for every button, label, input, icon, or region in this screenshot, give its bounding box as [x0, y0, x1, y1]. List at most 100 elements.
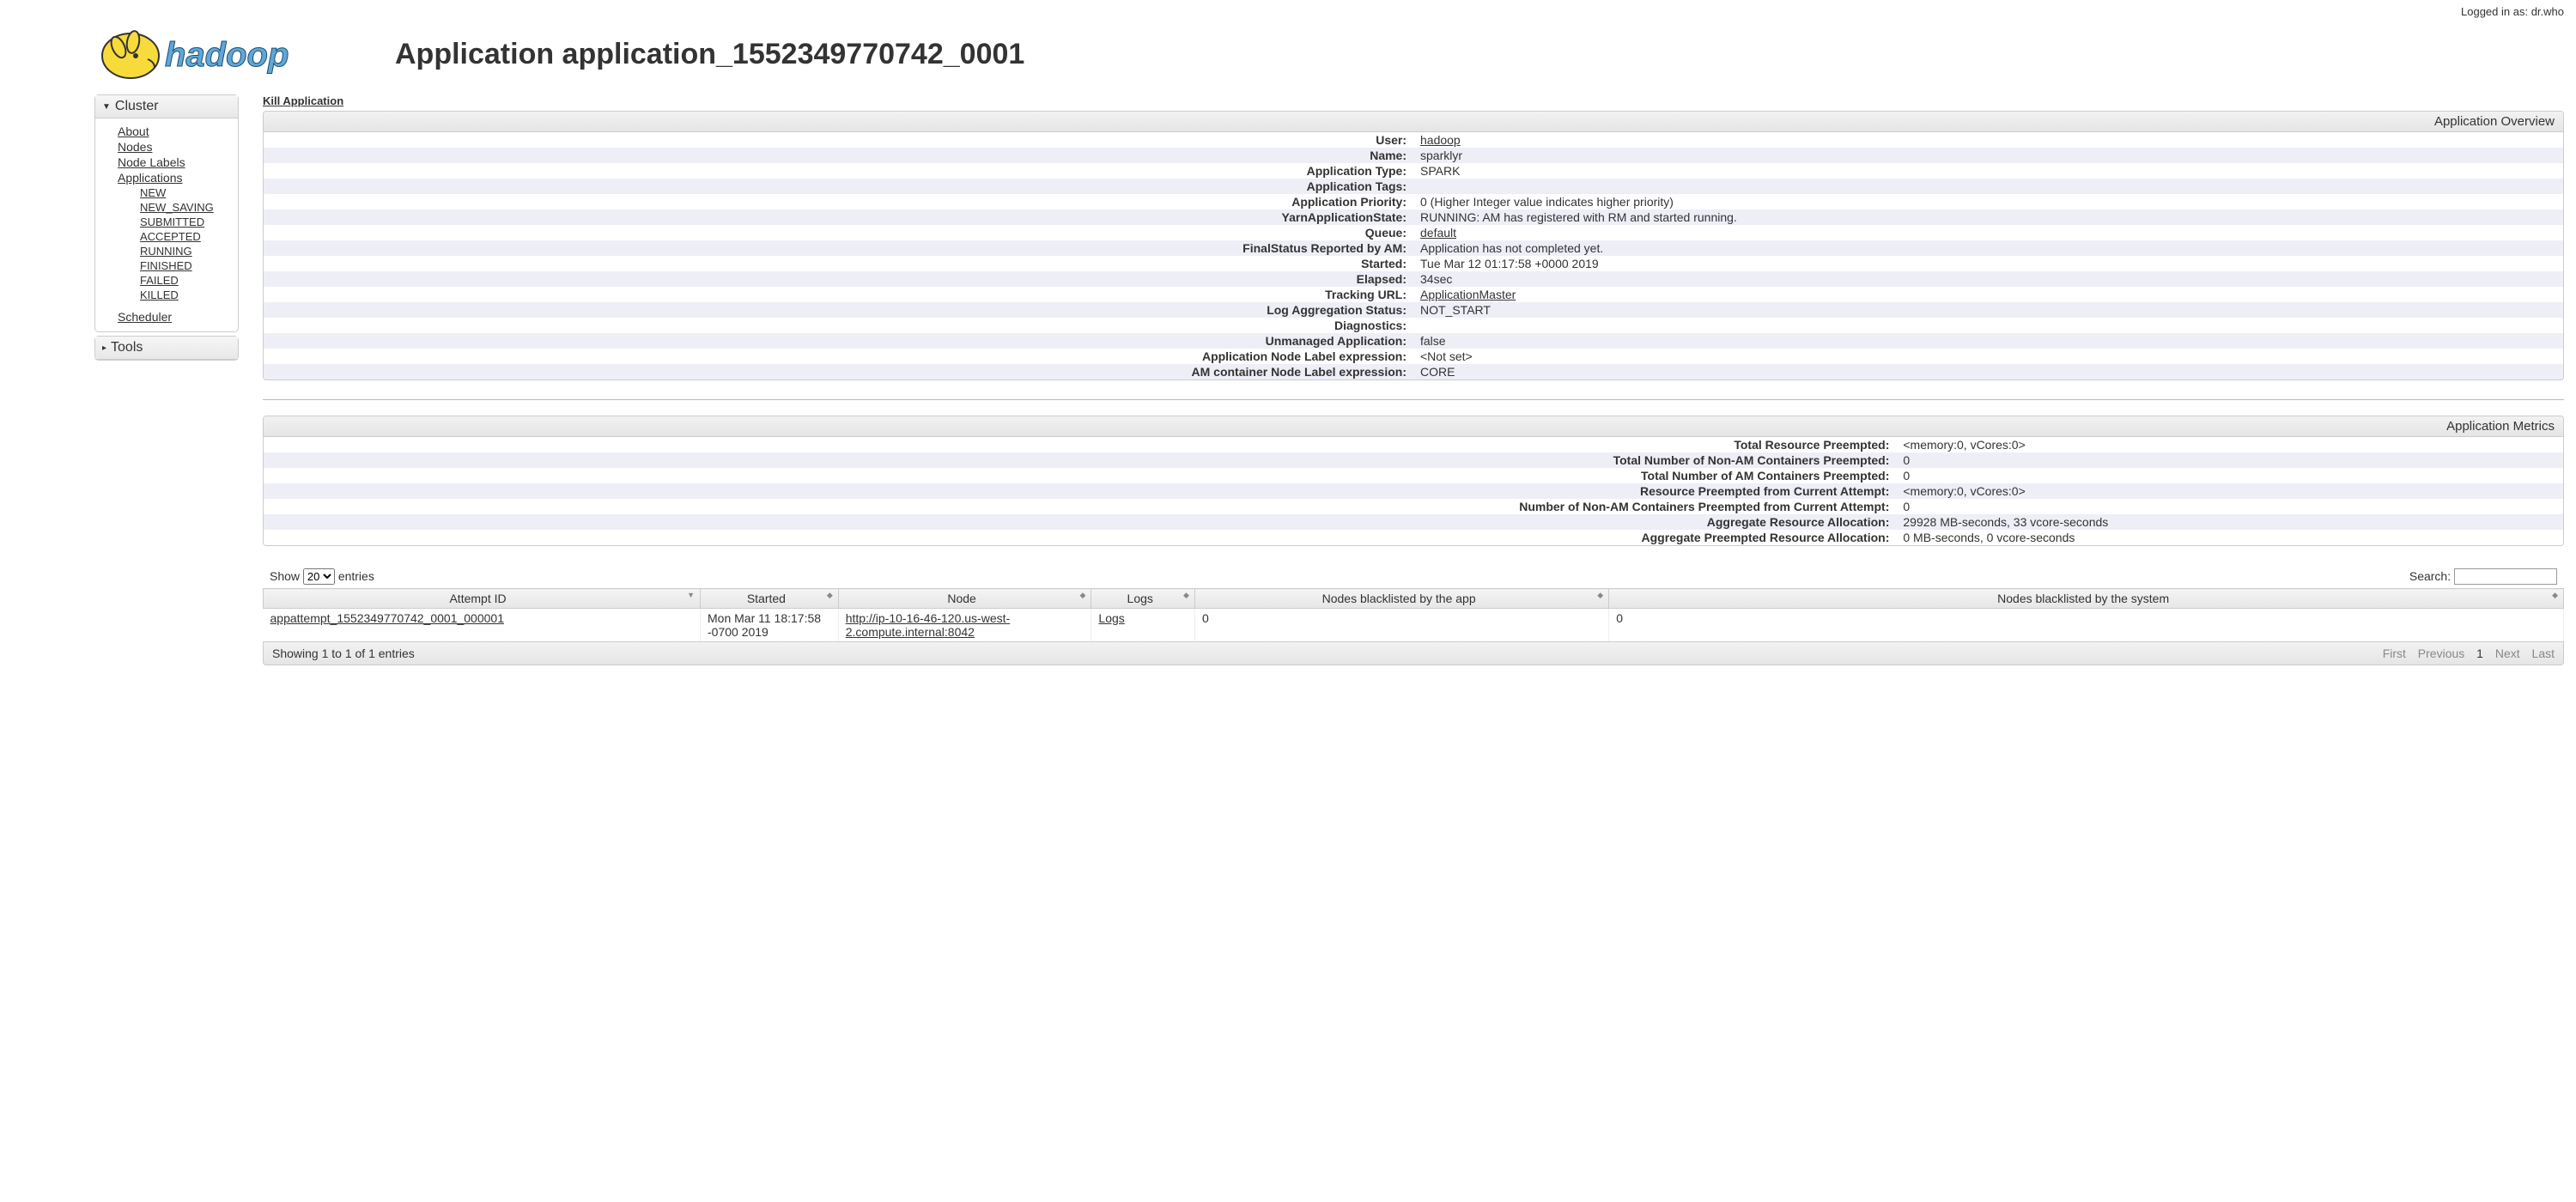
kv-row: Total Number of Non-AM Containers Preemp… [264, 452, 2563, 468]
kv-row: YarnApplicationState:RUNNING: AM has reg… [264, 209, 2563, 225]
col-bl-app[interactable]: Nodes blacklisted by the app ◆ [1194, 589, 1608, 609]
sidebar-link-accepted[interactable]: ACCEPTED [95, 229, 238, 244]
kv-row: Application Tags: [264, 179, 2563, 194]
col-bl-sys-label: Nodes blacklisted by the system [1997, 592, 2169, 605]
kv-value: 29928 MB-seconds, 33 vcore-seconds [1896, 514, 2563, 530]
kv-label: Resource Preempted from Current Attempt: [264, 483, 1896, 499]
col-attempt-id-label: Attempt ID [449, 592, 506, 605]
kv-value: NOT_START [1413, 302, 2563, 318]
col-node-label: Node [947, 592, 975, 605]
sidebar-link-failed[interactable]: FAILED [95, 273, 238, 288]
kv-row: Started:Tue Mar 12 01:17:58 +0000 2019 [264, 256, 2563, 271]
pager-prev[interactable]: Previous [2418, 647, 2464, 660]
kv-value: 0 (Higher Integer value indicates higher… [1413, 194, 2563, 209]
sort-icon: ◆ [1080, 592, 1086, 598]
sidebar-link-node-labels[interactable]: Node Labels [95, 155, 238, 170]
kv-label: Total Number of AM Containers Preempted: [264, 468, 1896, 483]
sidebar-link-killed[interactable]: KILLED [95, 288, 238, 302]
kv-row: Log Aggregation Status:NOT_START [264, 302, 2563, 318]
kv-value: 0 MB-seconds, 0 vcore-seconds [1896, 530, 2563, 545]
kv-row: Diagnostics: [264, 318, 2563, 333]
kv-value: RUNNING: AM has registered with RM and s… [1413, 209, 2563, 225]
node-link[interactable]: http://ip-10-16-46-120.us-west-2.compute… [846, 611, 1010, 639]
kv-row: Resource Preempted from Current Attempt:… [264, 483, 2563, 499]
kv-value: <memory:0, vCores:0> [1896, 483, 2563, 499]
caret-down-icon: ▼ [102, 102, 111, 112]
sidebar-link-finished[interactable]: FINISHED [95, 258, 238, 273]
kv-row: Aggregate Preempted Resource Allocation:… [264, 530, 2563, 545]
kv-value-link[interactable]: hadoop [1420, 133, 1461, 147]
pager-page-1[interactable]: 1 [2476, 647, 2483, 660]
kv-label: Number of Non-AM Containers Preempted fr… [264, 499, 1896, 514]
overview-table: User:hadoopName:sparklyrApplication Type… [264, 132, 2563, 379]
kv-value-link[interactable]: ApplicationMaster [1420, 288, 1516, 301]
kv-value: SPARK [1413, 163, 2563, 179]
table-info: Showing 1 to 1 of 1 entries [272, 647, 415, 660]
kv-value: 34sec [1413, 271, 2563, 287]
kv-label: AM container Node Label expression: [264, 364, 1413, 379]
sidebar-tools-section: ▸ Tools [94, 336, 239, 361]
header: hadoop Application application_155234977… [0, 23, 2576, 94]
kv-value-link[interactable]: default [1420, 226, 1456, 240]
kv-row: AM container Node Label expression:CORE [264, 364, 2563, 379]
logs-link[interactable]: Logs [1098, 611, 1124, 625]
search-label: Search: [2409, 569, 2451, 583]
col-bl-app-label: Nodes blacklisted by the app [1322, 592, 1476, 605]
sidebar-cluster-label: Cluster [115, 99, 159, 114]
kv-value: Tue Mar 12 01:17:58 +0000 2019 [1413, 256, 2563, 271]
kv-value: <memory:0, vCores:0> [1896, 437, 2563, 452]
kv-row: Total Number of AM Containers Preempted:… [264, 468, 2563, 483]
sort-icon: ◆ [827, 592, 833, 598]
kv-label: Application Priority: [264, 194, 1413, 209]
show-label: Show [270, 569, 300, 583]
sidebar-link-applications[interactable]: Applications [95, 170, 238, 185]
sidebar-cluster-section: ▼ Cluster About Nodes Node Labels Applic… [94, 94, 239, 332]
sidebar-link-scheduler[interactable]: Scheduler [95, 309, 238, 325]
col-bl-sys[interactable]: Nodes blacklisted by the system◆ [1609, 589, 2564, 609]
sidebar-link-nodes[interactable]: Nodes [95, 139, 238, 155]
sort-icon: ◆ [1597, 592, 1603, 598]
sidebar-link-new-saving[interactable]: NEW_SAVING [95, 200, 238, 215]
kv-value [1413, 179, 2563, 194]
kv-row: Number of Non-AM Containers Preempted fr… [264, 499, 2563, 514]
sidebar-link-new[interactable]: NEW [95, 185, 238, 200]
kv-row: Application Priority:0 (Higher Integer v… [264, 194, 2563, 209]
kv-label: Application Tags: [264, 179, 1413, 194]
col-started-label: Started [747, 592, 786, 605]
col-started[interactable]: Started ◆ [701, 589, 839, 609]
sidebar-link-about[interactable]: About [95, 124, 238, 139]
kv-label: Log Aggregation Status: [264, 302, 1413, 318]
kv-label: Started: [264, 256, 1413, 271]
col-attempt-id[interactable]: Attempt ID▼ [264, 589, 701, 609]
kv-value: CORE [1413, 364, 2563, 379]
pager-last[interactable]: Last [2532, 647, 2555, 660]
application-metrics-title: Application Metrics [264, 416, 2563, 437]
kv-label: Tracking URL: [264, 287, 1413, 302]
kv-row: Application Type:SPARK [264, 163, 2563, 179]
sort-icon: ◆ [1183, 592, 1189, 598]
application-metrics-panel: Application Metrics Total Resource Preem… [263, 416, 2564, 546]
datatable-footer: Showing 1 to 1 of 1 entries First Previo… [263, 641, 2564, 665]
kill-application-link[interactable]: Kill Application [263, 94, 343, 107]
kv-label: Name: [264, 148, 1413, 163]
kv-row: Total Resource Preempted:<memory:0, vCor… [264, 437, 2563, 452]
page-size-select[interactable]: 20 [303, 568, 335, 585]
col-logs-label: Logs [1127, 592, 1153, 605]
search-input[interactable] [2454, 568, 2557, 585]
pager-first[interactable]: First [2383, 647, 2406, 660]
kv-label: Aggregate Resource Allocation: [264, 514, 1896, 530]
col-logs[interactable]: Logs ◆ [1091, 589, 1195, 609]
pager-next[interactable]: Next [2495, 647, 2520, 660]
col-node[interactable]: Node ◆ [838, 589, 1091, 609]
kv-label: FinalStatus Reported by AM: [264, 240, 1413, 256]
sidebar-cluster-toggle[interactable]: ▼ Cluster [95, 95, 238, 118]
sidebar-tools-toggle[interactable]: ▸ Tools [95, 337, 238, 360]
kv-value: <Not set> [1413, 349, 2563, 364]
attempt-id-link[interactable]: appattempt_1552349770742_0001_000001 [270, 611, 505, 625]
cell-started: Mon Mar 11 18:17:58 -0700 2019 [701, 609, 839, 642]
kv-row: User:hadoop [264, 132, 2563, 148]
kv-value: Application has not completed yet. [1413, 240, 2563, 256]
sidebar-link-submitted[interactable]: SUBMITTED [95, 215, 238, 229]
kv-label: Queue: [264, 225, 1413, 240]
sidebar-link-running[interactable]: RUNNING [95, 244, 238, 258]
